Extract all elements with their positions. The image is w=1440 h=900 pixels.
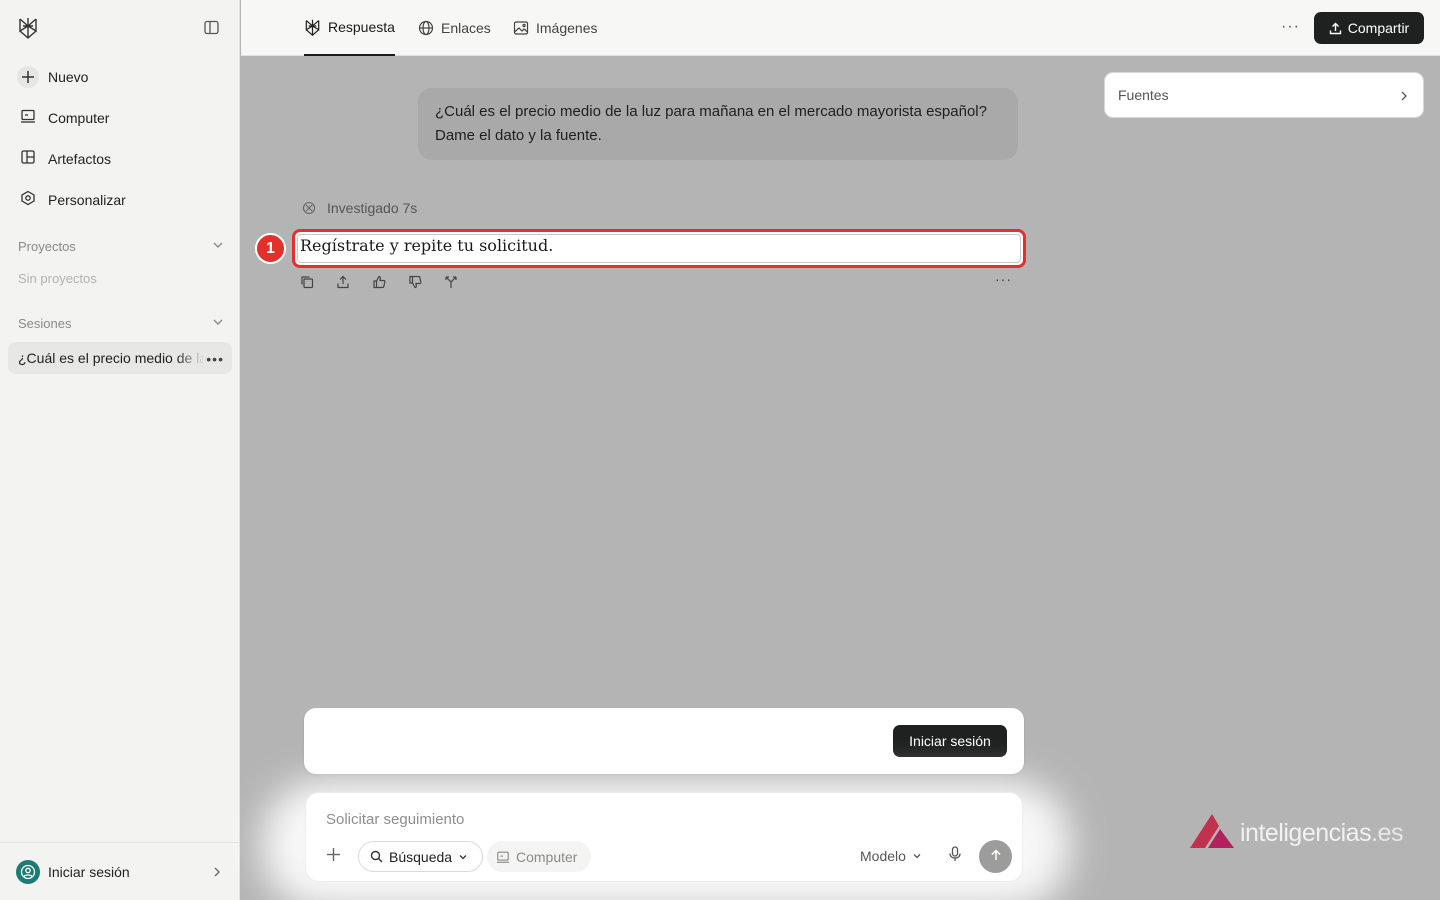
image-icon: [513, 20, 529, 36]
app-logo-icon[interactable]: [17, 17, 39, 39]
plus-icon: [17, 66, 39, 88]
nav-artifacts-label: Artefactos: [48, 151, 112, 167]
chevron-down-icon: [212, 316, 224, 331]
answer-icon: [304, 19, 321, 36]
search-icon: [370, 850, 383, 863]
nav-customize-button[interactable]: Personalizar: [8, 183, 232, 217]
session-title: ¿Cuál es el precio medio de la luz para …: [18, 350, 204, 366]
attach-plus-icon[interactable]: [326, 847, 341, 867]
send-button[interactable]: [979, 840, 1012, 873]
tab-links[interactable]: Enlaces: [418, 0, 491, 56]
login-prompt-card: Iniciar sesión: [304, 708, 1024, 774]
tab-answer[interactable]: Respuesta: [304, 0, 395, 56]
model-selector[interactable]: Modelo: [860, 848, 922, 864]
thumbs-down-icon[interactable]: [407, 274, 423, 290]
annotation-badge: 1: [255, 233, 286, 264]
projects-label: Proyectos: [18, 239, 76, 254]
microphone-icon[interactable]: [948, 846, 962, 867]
no-projects-text: Sin proyectos: [18, 271, 97, 286]
computer-icon: [496, 850, 510, 864]
watermark-text: inteligencias.es: [1240, 819, 1403, 848]
thumbs-up-icon[interactable]: [371, 274, 387, 290]
researched-label: Investigado 7s: [327, 200, 418, 216]
computer-mode-label: Computer: [516, 848, 578, 865]
chevron-right-icon: [212, 865, 222, 883]
computer-mode-button[interactable]: Computer: [487, 841, 591, 872]
session-more-icon[interactable]: •••: [206, 351, 224, 367]
share-label: Compartir: [1347, 20, 1410, 36]
computer-icon: [20, 108, 36, 129]
globe-icon: [418, 20, 434, 36]
watermark-mark-icon: [1190, 812, 1236, 855]
tab-images[interactable]: Imágenes: [513, 0, 597, 56]
tab-links-label: Enlaces: [441, 20, 491, 36]
tab-answer-label: Respuesta: [328, 19, 395, 35]
chevron-down-icon: [212, 239, 224, 254]
nav-artifacts-button[interactable]: Artefactos: [8, 142, 232, 176]
user-avatar-icon: [16, 859, 40, 884]
answer-text: Regístrate y repite tu solicitud.: [300, 236, 554, 255]
nav-new-label: Nuevo: [48, 69, 89, 85]
customize-icon: [20, 190, 36, 211]
chevron-right-icon: [1399, 89, 1409, 105]
followup-input[interactable]: Solicitar seguimiento: [326, 811, 464, 828]
share-button[interactable]: Compartir: [1314, 12, 1424, 44]
user-question-bubble: ¿Cuál es el precio medio de la luz para …: [418, 88, 1018, 160]
model-label: Modelo: [860, 848, 906, 864]
researched-status[interactable]: Investigado 7s: [302, 200, 417, 216]
research-icon: [302, 201, 316, 215]
composer[interactable]: Solicitar seguimiento Búsqueda Computer …: [305, 792, 1023, 882]
answer-more-icon[interactable]: ···: [995, 271, 1012, 287]
login-button[interactable]: Iniciar sesión: [893, 725, 1007, 757]
fork-icon[interactable]: [443, 274, 459, 290]
nav-computer-label: Computer: [48, 110, 110, 126]
more-options-icon[interactable]: ···: [1281, 18, 1300, 36]
upload-icon: [1329, 22, 1342, 35]
watermark-logo: inteligencias.es: [1190, 812, 1403, 855]
nav-new-button[interactable]: Nuevo: [8, 60, 232, 94]
search-mode-label: Búsqueda: [389, 848, 453, 865]
tab-images-label: Imágenes: [536, 20, 598, 36]
nav-customize-label: Personalizar: [48, 192, 126, 208]
sources-card[interactable]: Fuentes: [1104, 72, 1424, 118]
share-answer-icon[interactable]: [335, 274, 351, 290]
chevron-down-icon: [458, 852, 468, 862]
arrow-up-icon: [990, 848, 1002, 866]
session-item[interactable]: ¿Cuál es el precio medio de la luz para …: [8, 342, 232, 374]
sources-label: Fuentes: [1118, 87, 1169, 103]
sessions-label: Sesiones: [18, 316, 72, 331]
collapse-sidebar-icon[interactable]: [203, 19, 220, 36]
watermark-tld: .es: [1371, 819, 1403, 847]
topbar: Respuesta Enlaces Imágenes ··· Compartir: [241, 0, 1440, 56]
nav-computer-button[interactable]: Computer: [8, 101, 232, 135]
projects-section-header[interactable]: Proyectos: [18, 239, 224, 254]
sidebar-signin-row[interactable]: Iniciar sesión: [0, 842, 240, 900]
sessions-section-header[interactable]: Sesiones: [18, 316, 224, 331]
artifacts-icon: [20, 149, 36, 170]
chevron-down-icon: [912, 851, 922, 861]
watermark-brand: inteligencias: [1240, 819, 1372, 847]
copy-icon[interactable]: [299, 274, 315, 290]
sidebar: Nuevo Computer Artefactos Personalizar P…: [0, 0, 240, 900]
search-mode-dropdown[interactable]: Búsqueda: [358, 841, 483, 872]
signin-label: Iniciar sesión: [48, 863, 130, 880]
